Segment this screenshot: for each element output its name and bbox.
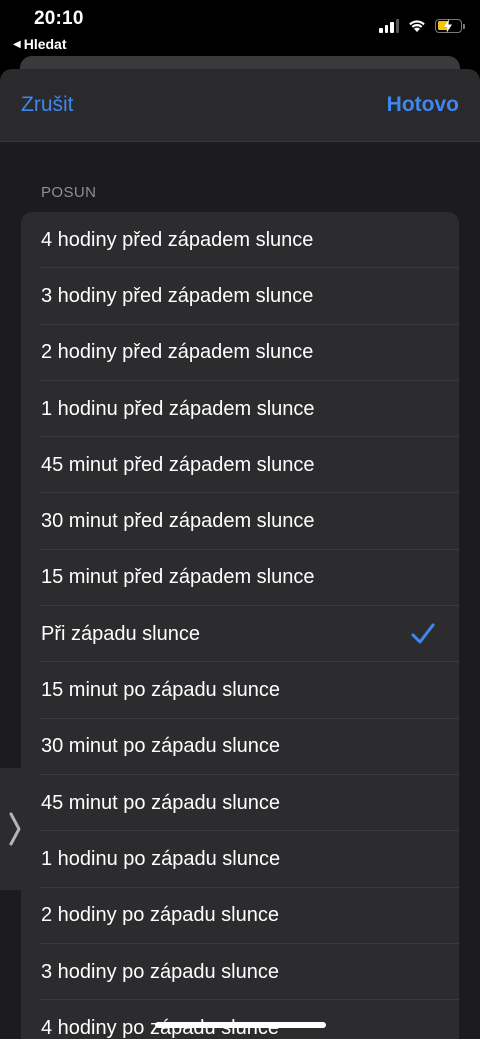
offset-option-label: 4 hodiny před západem slunce — [41, 228, 314, 251]
offset-option-label: 2 hodiny před západem slunce — [41, 341, 314, 364]
chevron-right-icon — [9, 812, 21, 846]
offset-option-label: Při západu slunce — [41, 622, 200, 645]
offset-option-label: 45 minut po západu slunce — [41, 791, 281, 814]
offset-option-row[interactable]: 2 hodiny po západu slunce — [21, 888, 459, 945]
offset-option-row[interactable]: 30 minut před západem slunce — [21, 493, 459, 551]
cellular-signal-icon — [379, 18, 399, 33]
offset-option-row[interactable]: 15 minut po západu slunce — [21, 662, 459, 719]
offset-option-row[interactable]: 15 minut před západem slunce — [21, 550, 459, 607]
status-icons — [379, 18, 465, 33]
done-button[interactable]: Hotovo — [387, 93, 459, 117]
offset-option-label: 1 hodinu před západem slunce — [41, 397, 315, 420]
checkmark-icon — [411, 623, 435, 644]
screen: 20:10 ◀ Hledat Zrušit Hotovo POSUN 4 hod… — [0, 0, 480, 1039]
offset-option-row[interactable]: 4 hodiny před západem slunce — [21, 212, 459, 269]
back-label: Hledat — [23, 36, 67, 52]
wifi-icon — [409, 20, 425, 32]
back-triangle-icon: ◀ — [13, 38, 21, 50]
battery-icon — [435, 18, 465, 33]
offset-option-list: 4 hodiny před západem slunce 3 hodiny pře… — [21, 212, 459, 1039]
offset-option-row[interactable]: 4 hodiny po západu slunce — [21, 1000, 459, 1039]
offset-option-label: 45 minut před západem slunce — [41, 453, 315, 476]
offset-option-label: 1 hodinu po západu slunce — [41, 847, 281, 870]
offset-option-row[interactable]: Při západu slunce — [21, 606, 459, 663]
offset-option-row[interactable]: 1 hodinu po západu slunce — [21, 831, 459, 888]
offset-option-row[interactable]: 45 minut před západem slunce — [21, 437, 459, 494]
charging-bolt-icon — [444, 18, 452, 33]
offset-option-label: 15 minut po západu slunce — [41, 679, 281, 702]
offset-option-label: 30 minut po západu slunce — [41, 735, 281, 758]
offset-option-label: 3 hodiny před západem slunce — [41, 284, 314, 307]
offset-option-row[interactable]: 1 hodinu před západem slunce — [21, 381, 459, 438]
side-panel-handle[interactable] — [0, 768, 30, 890]
home-indicator[interactable] — [155, 1022, 326, 1028]
back-to-search-link[interactable]: ◀ Hledat — [13, 36, 67, 52]
offset-option-label: 2 hodiny po západu slunce — [41, 904, 279, 927]
offset-option-row[interactable]: 30 minut po západu slunce — [21, 719, 459, 776]
offset-option-row[interactable]: 45 minut po západu slunce — [21, 775, 459, 832]
status-time: 20:10 — [34, 8, 84, 29]
cancel-button[interactable]: Zrušit — [21, 93, 74, 117]
offset-option-label: 15 minut před západem slunce — [41, 566, 315, 589]
offset-option-label: 30 minut před západem slunce — [41, 510, 315, 533]
offset-option-row[interactable]: 3 hodiny po západu slunce — [21, 944, 459, 1001]
offset-option-row[interactable]: 3 hodiny před západem slunce — [21, 268, 459, 325]
section-header: POSUN — [41, 184, 97, 201]
offset-option-label: 3 hodiny po západu slunce — [41, 960, 279, 983]
offset-option-row[interactable]: 2 hodiny před západem slunce — [21, 325, 459, 382]
